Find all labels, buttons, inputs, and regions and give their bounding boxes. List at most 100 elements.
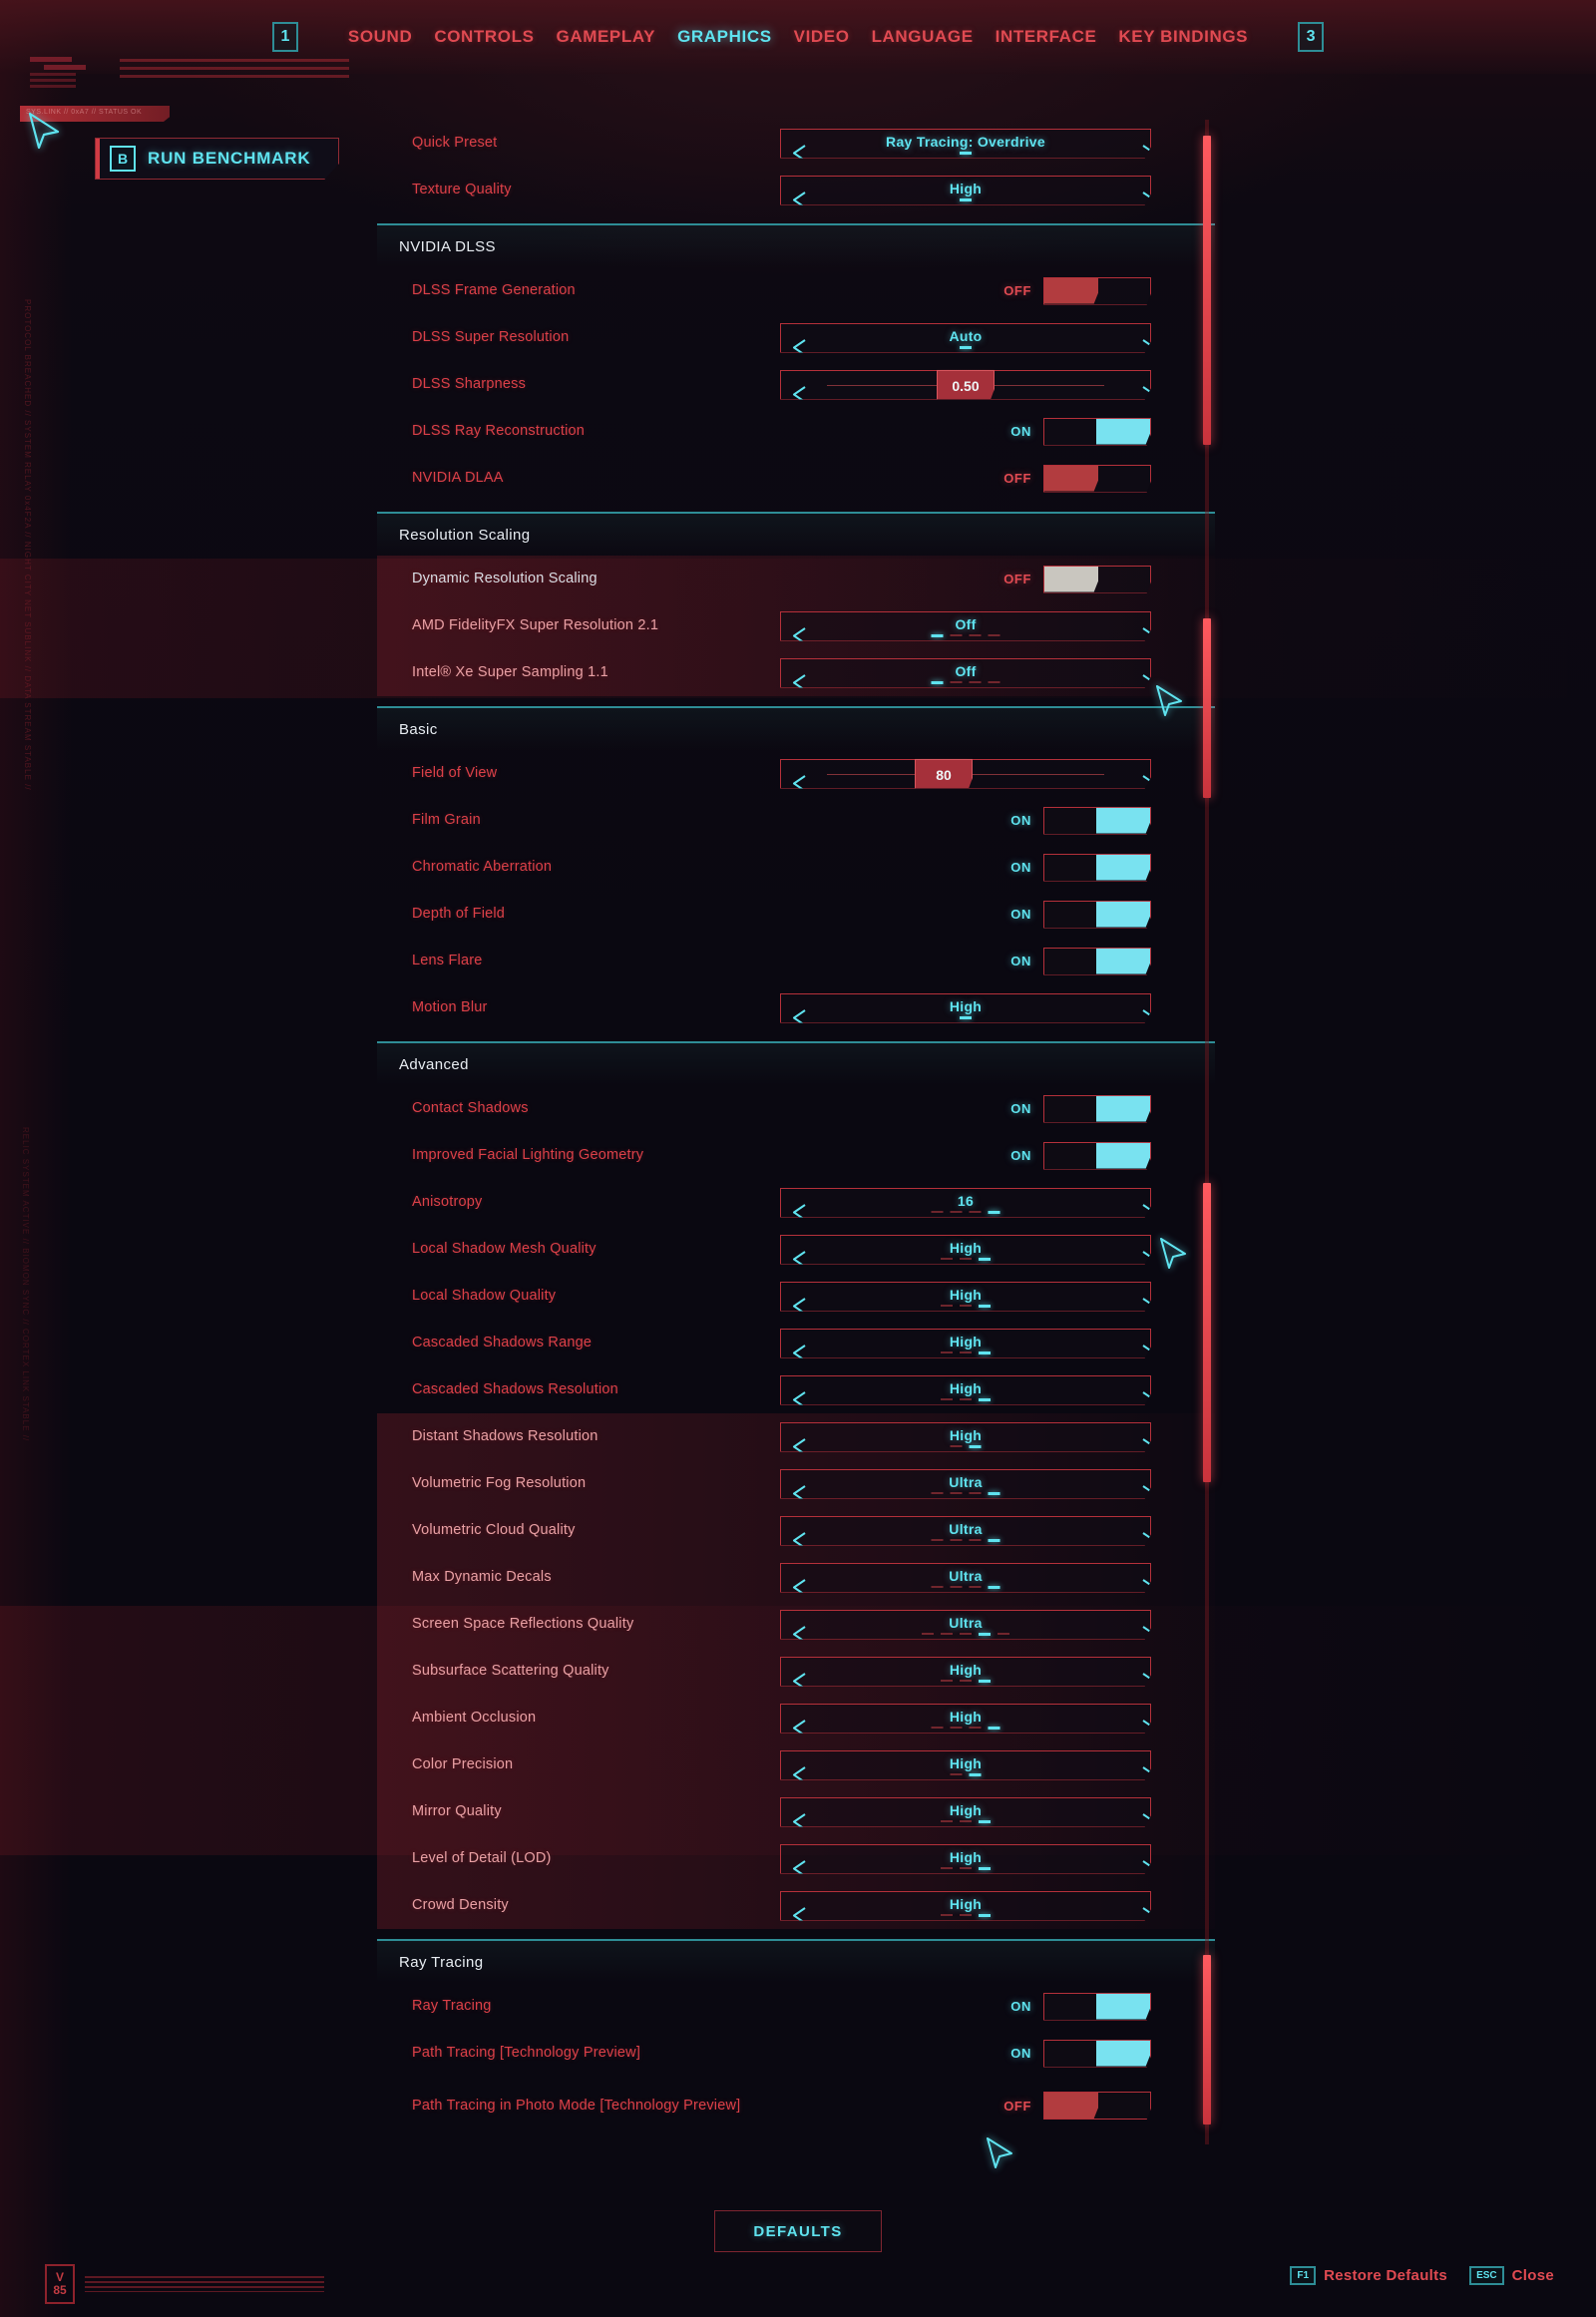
toggle-knob: [1096, 2040, 1150, 2067]
local-shadow-quality-selector[interactable]: High: [780, 1281, 1151, 1312]
setting-row-distant-shadows-resolution[interactable]: Distant Shadows Resolution High: [377, 1413, 1215, 1460]
setting-row-cascaded-shadows-resolution[interactable]: Cascaded Shadows Resolution High: [377, 1366, 1215, 1413]
tab-key-bindings[interactable]: KEY BINDINGS: [1118, 27, 1248, 47]
distant-shadows-resolution-selector[interactable]: High: [780, 1421, 1151, 1452]
volumetric-cloud-quality-selector[interactable]: Ultra: [780, 1515, 1151, 1546]
setting-row-dlss-super-resolution[interactable]: DLSS Super Resolution Auto: [377, 314, 1215, 361]
page-prev-indicator[interactable]: 1: [271, 22, 298, 52]
ray-tracing-toggle[interactable]: [1043, 1992, 1151, 2021]
color-precision-selector[interactable]: High: [780, 1749, 1151, 1780]
tab-interface[interactable]: INTERFACE: [996, 27, 1097, 47]
local-shadow-quality-label: Local Shadow Quality: [412, 1288, 557, 1304]
level-of-detail-lod-selector[interactable]: High: [780, 1843, 1151, 1874]
setting-row-screen-space-reflections-quality[interactable]: Screen Space Reflections Quality Ultra: [377, 1601, 1215, 1648]
setting-row-subsurface-scattering-quality[interactable]: Subsurface Scattering Quality High: [377, 1648, 1215, 1695]
setting-row-level-of-detail-lod[interactable]: Level of Detail (LOD) High: [377, 1835, 1215, 1882]
setting-row-dlss-frame-generation[interactable]: DLSS Frame Generation OFF: [377, 267, 1215, 314]
dlss-sharpness-slider[interactable]: 0.50: [780, 369, 1151, 400]
mirror-quality-selector[interactable]: High: [780, 1796, 1151, 1827]
subsurface-scattering-quality-selector[interactable]: High: [780, 1656, 1151, 1687]
max-dynamic-decals-selector[interactable]: Ultra: [780, 1562, 1151, 1593]
dynamic-resolution-scaling-toggle[interactable]: [1043, 565, 1151, 593]
setting-row-mirror-quality[interactable]: Mirror Quality High: [377, 1788, 1215, 1835]
setting-row-contact-shadows[interactable]: Contact Shadows ON: [377, 1085, 1215, 1132]
setting-row-dlss-ray-reconstruction[interactable]: DLSS Ray Reconstruction ON: [377, 408, 1215, 455]
path-tracing-technology-preview-toggle[interactable]: [1043, 2039, 1151, 2068]
setting-row-film-grain[interactable]: Film Grain ON: [377, 797, 1215, 844]
cascaded-shadows-range-selector[interactable]: High: [780, 1328, 1151, 1358]
contact-shadows-toggle[interactable]: [1043, 1094, 1151, 1123]
setting-row-intel-xe-super-sampling[interactable]: Intel® Xe Super Sampling 1.1 Off: [377, 649, 1215, 696]
toggle-knob: [1096, 1142, 1150, 1169]
level-of-detail-lod-value: High: [949, 1848, 983, 1865]
lens-flare-toggle[interactable]: [1043, 947, 1151, 975]
cascaded-shadows-resolution-selector[interactable]: High: [780, 1374, 1151, 1405]
tab-gameplay[interactable]: GAMEPLAY: [557, 27, 656, 47]
defaults-button[interactable]: DEFAULTS: [714, 2210, 882, 2252]
ambient-occlusion-selector[interactable]: High: [780, 1703, 1151, 1734]
motion-blur-selector[interactable]: High: [780, 992, 1151, 1023]
page-next-indicator[interactable]: 3: [1298, 22, 1325, 52]
quick-preset-selector[interactable]: Ray Tracing: Overdrive: [780, 128, 1151, 159]
dynamic-resolution-scaling-toggle-group: OFF: [1001, 565, 1151, 593]
depth-of-field-toggle[interactable]: [1043, 900, 1151, 929]
field-of-view-slider[interactable]: 80: [780, 758, 1151, 789]
setting-row-dynamic-resolution-scaling[interactable]: Dynamic Resolution Scaling OFF: [377, 556, 1215, 602]
setting-row-quick-preset[interactable]: Quick Preset Ray Tracing: Overdrive: [377, 120, 1215, 167]
tab-graphics[interactable]: GRAPHICS: [677, 27, 772, 47]
field-of-view-slider-knob[interactable]: 80: [915, 758, 973, 789]
setting-row-ambient-occlusion[interactable]: Ambient Occlusion High: [377, 1695, 1215, 1741]
hint-restore-defaults[interactable]: F1 Restore Defaults: [1290, 2266, 1447, 2285]
setting-row-local-shadow-mesh-quality[interactable]: Local Shadow Mesh Quality High: [377, 1226, 1215, 1273]
setting-row-dlss-sharpness[interactable]: DLSS Sharpness 0.50: [377, 361, 1215, 408]
setting-row-path-tracing-technology-preview[interactable]: Path Tracing [Technology Preview] ON: [377, 2030, 1215, 2077]
hint-close[interactable]: ESC Close: [1469, 2266, 1554, 2285]
setting-row-texture-quality[interactable]: Texture Quality High: [377, 167, 1215, 213]
setting-row-nvidia-dlaa[interactable]: NVIDIA DLAA OFF: [377, 455, 1215, 502]
setting-row-improved-facial-lighting-geometry[interactable]: Improved Facial Lighting Geometry ON: [377, 1132, 1215, 1179]
dlss-sharpness-slider-knob[interactable]: 0.50: [937, 369, 995, 400]
setting-row-cascaded-shadows-range[interactable]: Cascaded Shadows Range High: [377, 1320, 1215, 1366]
setting-row-chromatic-aberration[interactable]: Chromatic Aberration ON: [377, 844, 1215, 891]
setting-row-volumetric-cloud-quality[interactable]: Volumetric Cloud Quality Ultra: [377, 1507, 1215, 1554]
tab-controls[interactable]: CONTROLS: [434, 27, 534, 47]
film-grain-toggle[interactable]: [1043, 806, 1151, 835]
scrollbar-thumb-middle[interactable]: [1203, 618, 1211, 798]
setting-row-local-shadow-quality[interactable]: Local Shadow Quality High: [377, 1273, 1215, 1320]
run-benchmark-button[interactable]: B RUN BENCHMARK: [95, 138, 339, 180]
volumetric-fog-resolution-selector[interactable]: Ultra: [780, 1468, 1151, 1499]
setting-row-lens-flare[interactable]: Lens Flare ON: [377, 938, 1215, 984]
tab-video[interactable]: VIDEO: [794, 27, 850, 47]
setting-row-ray-tracing[interactable]: Ray Tracing ON: [377, 1983, 1215, 2030]
scrollbar-thumb-bottom[interactable]: [1203, 1955, 1211, 2124]
setting-row-volumetric-fog-resolution[interactable]: Volumetric Fog Resolution Ultra: [377, 1460, 1215, 1507]
setting-row-max-dynamic-decals[interactable]: Max Dynamic Decals Ultra: [377, 1554, 1215, 1601]
intel-xe-super-sampling-selector[interactable]: Off: [780, 657, 1151, 688]
setting-row-path-tracing-photo-mode[interactable]: Path Tracing in Photo Mode [Technology P…: [377, 2077, 1215, 2134]
setting-row-depth-of-field[interactable]: Depth of Field ON: [377, 891, 1215, 938]
setting-row-field-of-view[interactable]: Field of View 80: [377, 750, 1215, 797]
setting-row-motion-blur[interactable]: Motion Blur High: [377, 984, 1215, 1031]
dlss-ray-reconstruction-toggle[interactable]: [1043, 417, 1151, 446]
scrollbar-thumb-lower[interactable]: [1203, 1183, 1211, 1482]
screen-space-reflections-quality-selector[interactable]: Ultra: [780, 1609, 1151, 1640]
tab-language[interactable]: LANGUAGE: [872, 27, 974, 47]
setting-row-color-precision[interactable]: Color Precision High: [377, 1741, 1215, 1788]
crowd-density-selector[interactable]: High: [780, 1890, 1151, 1921]
scrollbar-thumb-upper[interactable]: [1203, 136, 1211, 445]
setting-row-amd-fidelityfx-super-resolution[interactable]: AMD FidelityFX Super Resolution 2.1 Off: [377, 602, 1215, 649]
setting-row-anisotropy[interactable]: Anisotropy 16: [377, 1179, 1215, 1226]
anisotropy-selector[interactable]: 16: [780, 1187, 1151, 1218]
setting-row-crowd-density[interactable]: Crowd Density High: [377, 1882, 1215, 1929]
amd-fidelityfx-super-resolution-selector[interactable]: Off: [780, 610, 1151, 641]
texture-quality-selector[interactable]: High: [780, 175, 1151, 205]
local-shadow-mesh-quality-selector[interactable]: High: [780, 1234, 1151, 1265]
status-strip-text: SYS.LINK // 0xA7 // STATUS OK: [26, 109, 143, 116]
chromatic-aberration-toggle[interactable]: [1043, 853, 1151, 882]
dlss-frame-generation-toggle[interactable]: [1043, 276, 1151, 305]
nvidia-dlaa-toggle[interactable]: [1043, 464, 1151, 493]
path-tracing-photo-mode-toggle[interactable]: [1043, 2092, 1151, 2120]
dlss-super-resolution-selector[interactable]: Auto: [780, 322, 1151, 353]
improved-facial-lighting-geometry-toggle[interactable]: [1043, 1141, 1151, 1170]
tab-sound[interactable]: SOUND: [348, 27, 412, 47]
